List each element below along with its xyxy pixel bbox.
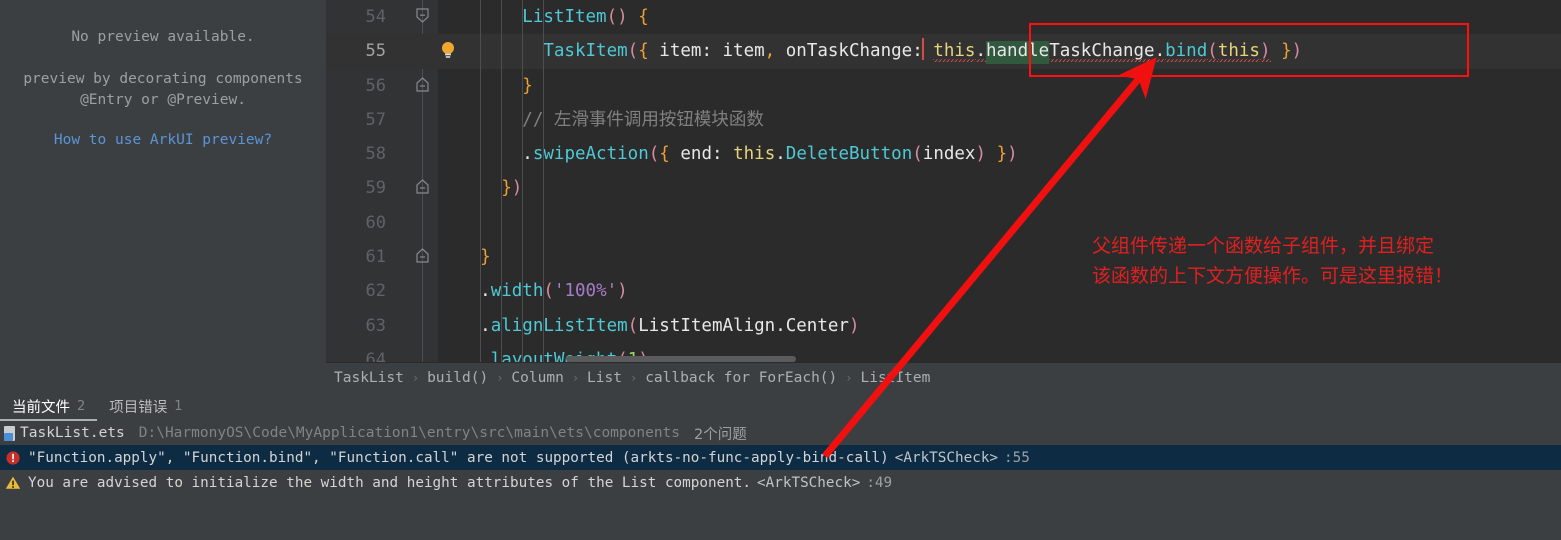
editor-line[interactable]: 55 TaskItem({ item: item, onTaskChange: … [326, 34, 1561, 69]
problem-row-error[interactable]: "Function.apply", "Function.bind", "Func… [0, 445, 1561, 470]
problem-message: You are advised to initialize the width … [28, 474, 752, 491]
preview-unavailable-text: No preview available. [71, 29, 255, 45]
problems-tab[interactable]: 项目错误 1 [97, 392, 194, 421]
arkui-preview-panel: No preview available. preview by decorat… [0, 0, 326, 392]
editor-lines[interactable]: 54 ListItem() {55 TaskItem({ item: item,… [326, 0, 1561, 362]
breadcrumb-item[interactable]: Column [511, 370, 563, 386]
problems-panel: 当前文件 2 项目错误 1 TaskList.ets D:\HarmonyOS\Cod… [0, 392, 1561, 540]
breadcrumb-separator: › [571, 370, 580, 385]
problems-tab[interactable]: 当前文件 2 [0, 392, 98, 421]
code-text: .width('100%') [480, 281, 628, 302]
editor-line[interactable]: 58 .swipeAction({ end: this.DeleteButton… [326, 137, 1561, 171]
problems-tab-count: 2 [77, 399, 86, 414]
breadcrumb-item[interactable]: ListItem [861, 370, 931, 386]
indent-guide [522, 0, 524, 362]
breadcrumb-separator: › [411, 370, 420, 385]
breadcrumb-item[interactable]: List [587, 370, 622, 386]
editor-line[interactable]: 56 } [326, 69, 1561, 103]
code-text: } [480, 247, 491, 268]
editor-line[interactable]: 54 ListItem() { [326, 0, 1561, 34]
error-icon [4, 449, 22, 467]
code-editor[interactable]: 54 ListItem() {55 TaskItem({ item: item,… [326, 0, 1561, 362]
line-number: 57 [365, 109, 386, 130]
preview-hint-text: preview by decorating components @Entry … [23, 71, 303, 108]
line-number: 61 [365, 247, 386, 268]
breadcrumb-items: TaskList › build() › Column › List › callback fo… [334, 370, 930, 386]
breadcrumb-item[interactable]: build() [427, 370, 488, 386]
code-fold-icon[interactable] [415, 76, 430, 92]
line-number: 63 [365, 315, 386, 336]
problems-file-path: D:\HarmonyOS\Code\MyApplication1\entry\s… [138, 425, 681, 441]
breadcrumb-item[interactable]: TaskList [334, 370, 404, 386]
breadcrumb-item[interactable]: callback for ForEach() [645, 370, 837, 386]
line-number: 60 [365, 212, 386, 233]
problems-file-count: 2个问题 [694, 426, 747, 443]
warning-icon [4, 474, 22, 492]
problems-tab-count: 1 [174, 399, 183, 414]
problem-message: "Function.apply", "Function.bind", "Func… [28, 449, 889, 466]
problems-file-name: TaskList.ets [20, 425, 125, 441]
code-fold-icon[interactable] [415, 248, 430, 263]
code-text: .swipeAction({ end: this.DeleteButton(in… [522, 144, 1018, 165]
code-fold-icon[interactable] [415, 179, 430, 195]
indent-guide [501, 0, 503, 362]
line-number: 56 [365, 75, 386, 96]
indent-guide [480, 0, 482, 362]
editor-line[interactable]: 59 }) [326, 171, 1561, 205]
code-fold-icon[interactable] [415, 8, 430, 23]
code-text: // 左滑事件调用按钮模块函数 [522, 109, 764, 130]
code-text: } [522, 75, 533, 96]
editor-line[interactable]: 63 .alignListItem(ListItemAlign.Center) [326, 309, 1561, 343]
arkui-preview-help-link[interactable]: How to use ArkUI preview? [0, 132, 326, 148]
editor-line[interactable]: 57 // 左滑事件调用按钮模块函数 [326, 103, 1561, 137]
ets-file-icon [4, 425, 15, 441]
problem-row-warning[interactable]: You are advised to initialize the width … [0, 470, 1561, 495]
problems-tab-label: 项目错误 [109, 400, 168, 416]
problems-file-row[interactable]: TaskList.ets D:\HarmonyOS\Code\MyApplica… [0, 421, 1561, 445]
editor-line[interactable]: 64 .layoutWeight(1) [326, 343, 1561, 362]
line-number: 59 [365, 178, 386, 199]
line-number: 64 [365, 349, 386, 362]
problem-rule: <ArkTSCheck> [894, 449, 999, 466]
annotation-text: 父组件传递一个函数给子组件，并且绑定 该函数的上下文方便操作。可是这里报错！ [1092, 235, 1454, 287]
line-number: 54 [365, 7, 386, 27]
problems-tabs[interactable]: 当前文件 2 项目错误 1 [0, 392, 1561, 421]
code-text: TaskItem({ item: item, onTaskChange: thi… [438, 34, 1302, 68]
breadcrumb-separator: › [496, 370, 504, 385]
indent-guide [543, 0, 545, 362]
breadcrumb-separator: › [629, 370, 638, 385]
breadcrumb-separator: › [845, 370, 853, 385]
line-number: 55 [365, 41, 386, 62]
problems-tab-label: 当前文件 [12, 400, 70, 416]
line-number: 62 [365, 281, 386, 302]
breadcrumb[interactable]: TaskList › build() › Column › List › callback fo… [326, 362, 1561, 392]
problem-line: :49 [866, 474, 893, 491]
ide-window: No preview available. preview by decorat… [0, 0, 1561, 540]
problem-rule: <ArkTSCheck> [757, 474, 861, 491]
line-number: 58 [365, 144, 386, 165]
problem-line: :55 [1004, 449, 1030, 466]
